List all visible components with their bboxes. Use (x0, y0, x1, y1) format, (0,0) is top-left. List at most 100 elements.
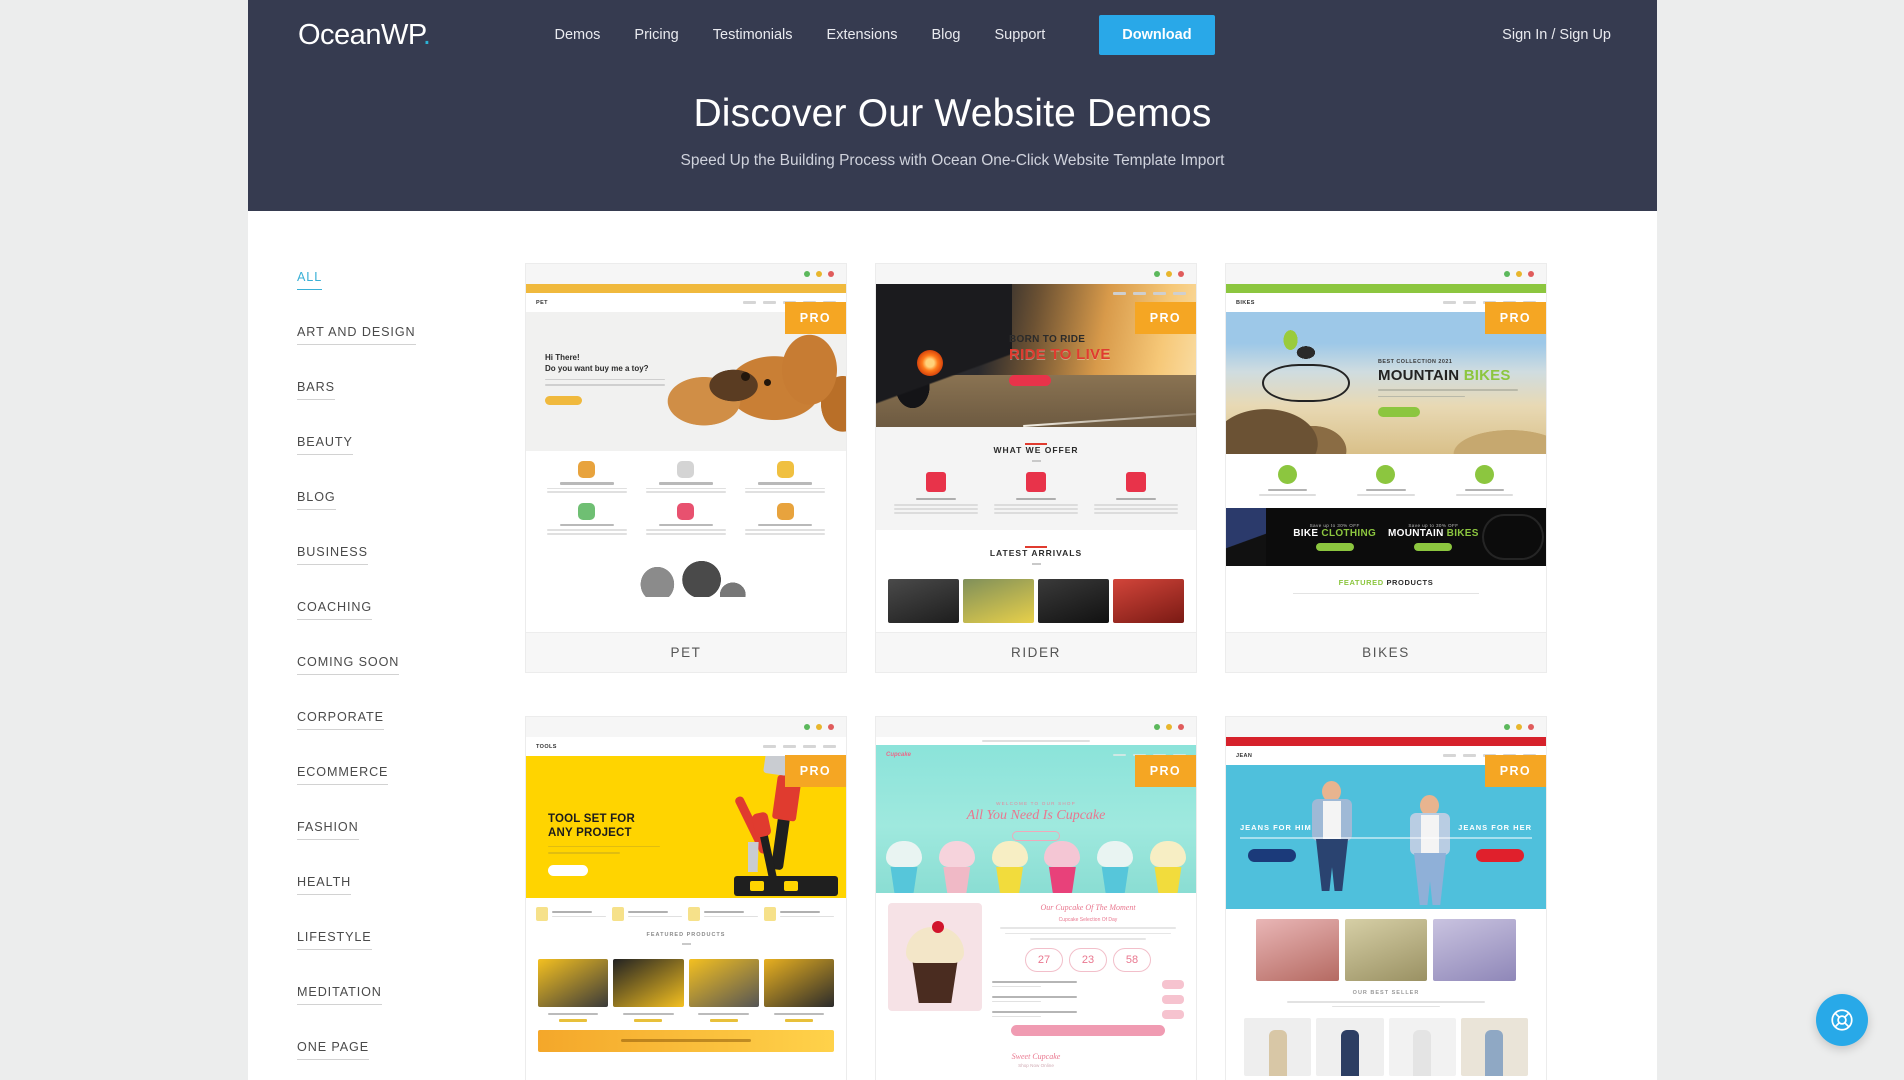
tools-feature-item (764, 907, 836, 921)
rider-headline-2: RIDE TO LIVE (1009, 346, 1111, 363)
mini-logo: TOOLS (536, 743, 557, 750)
featured-title-b: PRODUCTS (1386, 577, 1434, 587)
page-subtitle: Speed Up the Building Process with Ocean… (680, 152, 1225, 169)
mini-menu-icon (763, 745, 836, 748)
sidebar-item-coming-soon[interactable]: COMING SOON (297, 655, 400, 675)
product-thumb (1460, 1018, 1528, 1077)
sidebar-item-corporate[interactable]: CORPORATE (297, 710, 384, 730)
pet-body-lines (545, 378, 665, 386)
browser-dot-yellow-icon (1166, 271, 1172, 277)
browser-dot-red-icon (1178, 271, 1184, 277)
bikes-headline-2: BIKES (1463, 367, 1511, 384)
nav-link-demos[interactable]: Demos (554, 27, 600, 43)
bikes-cta-button (1378, 407, 1420, 418)
sidebar-item-ecommerce[interactable]: ECOMMERCE (297, 765, 389, 785)
cupcake-kicker: WELCOME TO OUR SHOP (996, 801, 1076, 806)
tools-cta-button (548, 865, 588, 877)
tools-featured-title: FEATURED PRODUCTS (646, 932, 726, 938)
tools-feature-item (688, 907, 760, 921)
dog-photo (667, 320, 846, 451)
sidebar-item-coaching[interactable]: COACHING (297, 600, 373, 620)
jean-cta-row (1226, 849, 1546, 862)
nav-link-support[interactable]: Support (995, 27, 1046, 43)
bikes-kicker: BEST COLLECTION 2021 (1378, 359, 1453, 365)
sidebar-item-lifestyle[interactable]: LIFESTYLE (297, 930, 372, 950)
sidebar-item-meditation[interactable]: MEDITATION (297, 985, 382, 1005)
rider-offer-item (890, 472, 982, 516)
logo-dot: . (422, 18, 431, 51)
sidebar-item-one-page[interactable]: ONE PAGE (297, 1040, 370, 1060)
demo-card-tools[interactable]: PRO TOOLS TOOL SET FOR ANY PROJECT FEATU… (526, 717, 846, 1080)
sidebar-item-bars[interactable]: BARS (297, 380, 335, 400)
demo-card-jean[interactable]: PRO JEAN JEANS FOR HIM JEANS FOR HER OUR… (1226, 717, 1546, 1080)
product-item (763, 959, 834, 1022)
mini-logo: JEAN (1236, 752, 1253, 759)
demo-card-pet[interactable]: PRO PET Hi There! Do you want buy me a t… (526, 264, 846, 672)
rider-section-1-title: WHAT WE OFFER (993, 445, 1079, 455)
pro-badge: PRO (1484, 755, 1546, 787)
content-area: ALL ART AND DESIGN BARS BEAUTY BLOG BUSI… (248, 211, 1657, 1080)
pet-service-item (540, 461, 633, 495)
nav-link-testimonials[interactable]: Testimonials (713, 27, 793, 43)
support-fab-button[interactable] (1816, 994, 1868, 1046)
bikes-featured-title: FEATURED PRODUCTS (1226, 578, 1546, 587)
browser-dot-red-icon (828, 271, 834, 277)
mini-menu-icon (1113, 292, 1186, 295)
bikes-features (1226, 454, 1546, 508)
form-row (992, 994, 1184, 1004)
demo-card-rider[interactable]: PRO RIDER BORN TO RIDE RIDE TO LIVE (876, 264, 1196, 672)
browser-dot-yellow-icon (1166, 724, 1172, 730)
promo-button-2 (1414, 542, 1453, 551)
jean-cta-him-button (1248, 849, 1296, 862)
pet-service-item (639, 461, 732, 495)
demo-preview-cupcake: PRO Cupcake WELCOME TO OUR SHOP All You … (876, 737, 1196, 1080)
demo-card-bikes[interactable]: PRO BIKES BEST COLLECTION 2021 MOUNTAIN … (1226, 264, 1546, 672)
demo-card-title: RIDER (876, 632, 1196, 672)
tools-featured-section: FEATURED PRODUCTS (526, 930, 846, 1052)
browser-dot-green-icon (804, 271, 810, 277)
section-divider (681, 943, 691, 945)
sidebar-item-all[interactable]: ALL (297, 270, 323, 290)
cupcake-footer: Sweet Cupcake Shop Now Online (876, 1045, 1196, 1068)
sidebar-item-business[interactable]: BUSINESS (297, 545, 368, 565)
demo-card-title: BIKES (1226, 632, 1546, 672)
sidebar-item-fashion[interactable]: FASHION (297, 820, 359, 840)
nav-link-extensions[interactable]: Extensions (827, 27, 898, 43)
card-browser-bar (526, 717, 846, 737)
cupcake-item (986, 841, 1034, 893)
download-button[interactable]: Download (1099, 15, 1215, 55)
browser-dot-green-icon (1504, 271, 1510, 277)
countdown-value-1: 27 (1025, 947, 1063, 972)
product-thumb (1244, 1018, 1312, 1077)
sidebar-item-health[interactable]: HEALTH (297, 875, 352, 895)
primary-nav: Demos Pricing Testimonials Extensions Bl… (554, 15, 1215, 55)
browser-dot-yellow-icon (1516, 271, 1522, 277)
demo-card-cupcake[interactable]: PRO Cupcake WELCOME TO OUR SHOP All You … (876, 717, 1196, 1080)
sidebar-item-art-and-design[interactable]: ART AND DESIGN (297, 325, 416, 345)
card-browser-bar (1226, 717, 1546, 737)
product-item (613, 959, 684, 1022)
nav-link-blog[interactable]: Blog (931, 27, 960, 43)
pro-badge: PRO (1134, 755, 1196, 787)
countdown-value-3: 58 (1113, 947, 1151, 972)
form-row (992, 1009, 1184, 1019)
promo-item-1: Save up to 30% OFF BIKE CLOTHING (1293, 523, 1376, 551)
sidebar-item-blog[interactable]: BLOG (297, 490, 336, 510)
sign-in-sign-up-link[interactable]: Sign In / Sign Up (1502, 27, 1611, 43)
rider-section-2-title: LATEST ARRIVALS (989, 548, 1083, 559)
nav-link-pricing[interactable]: Pricing (634, 27, 678, 43)
sidebar-item-beauty[interactable]: BEAUTY (297, 435, 353, 455)
browser-dot-green-icon (804, 724, 810, 730)
product-thumb (1038, 579, 1109, 624)
pet-service-item (639, 502, 732, 537)
browser-dot-green-icon (1154, 271, 1160, 277)
site-logo[interactable]: OceanWP. (298, 18, 431, 52)
demo-preview-bikes: PRO BIKES BEST COLLECTION 2021 MOUNTAIN … (1226, 284, 1546, 632)
pro-badge: PRO (1484, 302, 1546, 334)
cupcake-section-subtitle: Cupcake Selection Of Day (1058, 917, 1118, 923)
featured-title-a: FEATURED (1338, 577, 1387, 587)
browser-dot-green-icon (1154, 724, 1160, 730)
product-item (688, 959, 759, 1022)
page-title: Discover Our Website Demos (693, 92, 1212, 135)
promo-title-1: BIKE CLOTHING (1293, 528, 1376, 539)
